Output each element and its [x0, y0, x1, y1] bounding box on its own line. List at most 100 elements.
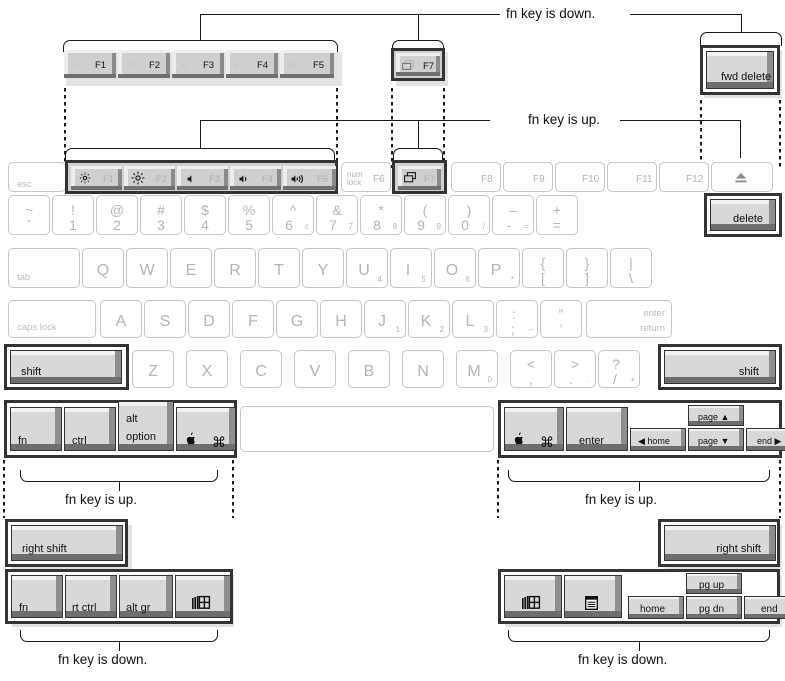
key-m[interactable]: M 0: [456, 350, 498, 388]
callout-key-fwd-delete[interactable]: fwd delete: [706, 51, 774, 89]
key-p[interactable]: P *: [478, 248, 520, 288]
key-bracket-right[interactable]: } ]: [566, 248, 608, 288]
key-space[interactable]: [240, 406, 494, 452]
key-minus[interactable]: – - =: [492, 195, 534, 235]
key-i[interactable]: I 5: [390, 248, 432, 288]
key-arrow-right[interactable]: end ▶: [746, 428, 785, 451]
key-f12[interactable]: F12: [659, 162, 709, 192]
callout-key-f3[interactable]: F3: [172, 50, 224, 78]
key-5[interactable]: % 5: [228, 195, 270, 235]
key-f3[interactable]: F3: [177, 166, 228, 190]
key-right-shift[interactable]: shift: [664, 350, 776, 384]
key-option[interactable]: alt option: [118, 401, 174, 451]
key-f8[interactable]: F8: [451, 162, 501, 192]
key-f11[interactable]: F11: [607, 162, 657, 192]
key-2[interactable]: @ 2: [96, 195, 138, 235]
key-s[interactable]: S: [144, 300, 186, 338]
key-enter-right[interactable]: enter: [566, 407, 628, 451]
callout-bl-key-altgr[interactable]: alt gr: [119, 575, 173, 618]
callout-key-f4[interactable]: F4: [226, 50, 278, 78]
key-w[interactable]: W: [126, 248, 168, 288]
key-bracket-left[interactable]: { [: [522, 248, 564, 288]
callout-bl-key-rtctrl[interactable]: rt ctrl: [65, 575, 117, 618]
key-f9[interactable]: F9: [503, 162, 553, 192]
key-x[interactable]: X: [186, 350, 228, 388]
key-command-right[interactable]: ⌘: [504, 407, 564, 451]
key-l[interactable]: L 3: [452, 300, 494, 338]
key-enter-return[interactable]: enter return: [586, 300, 672, 338]
key-4[interactable]: $ 4: [184, 195, 226, 235]
key-6[interactable]: ^ 6 c: [272, 195, 314, 235]
callout-br-right-shift[interactable]: right shift: [664, 525, 776, 561]
key-esc[interactable]: esc: [8, 162, 66, 192]
key-7[interactable]: & 7 7: [316, 195, 358, 235]
key-backtick[interactable]: ~ `: [8, 195, 50, 235]
callout-key-f5[interactable]: F5: [280, 50, 334, 78]
key-g[interactable]: G: [276, 300, 318, 338]
key-f6-num-lock[interactable]: num lock F6: [341, 162, 391, 192]
callout-br-key-home[interactable]: home: [628, 596, 684, 619]
key-a[interactable]: A: [100, 300, 142, 338]
key-9[interactable]: ( 9 9: [404, 195, 446, 235]
key-delete[interactable]: delete: [710, 199, 776, 231]
key-left-shift[interactable]: shift: [10, 350, 122, 384]
key-c[interactable]: C: [240, 350, 282, 388]
key-eject[interactable]: [711, 162, 773, 192]
key-caps-lock[interactable]: caps lock: [8, 300, 96, 338]
key-backslash[interactable]: | \: [610, 248, 652, 288]
callout-key-f2[interactable]: F2: [118, 50, 170, 78]
key-8[interactable]: * 8 8: [360, 195, 402, 235]
key-q[interactable]: Q: [82, 248, 124, 288]
key-f2[interactable]: F2: [124, 166, 175, 190]
key-n[interactable]: N: [402, 350, 444, 388]
key-slash[interactable]: ? / +: [598, 350, 640, 388]
key-z[interactable]: Z: [132, 350, 174, 388]
key-fn[interactable]: fn: [10, 407, 62, 451]
key-f[interactable]: F: [232, 300, 274, 338]
key-f12-label: F12: [686, 174, 704, 185]
key-t[interactable]: T: [258, 248, 300, 288]
key-k[interactable]: K 2: [408, 300, 450, 338]
key-b[interactable]: B: [348, 350, 390, 388]
key-arrow-down[interactable]: page ▼: [688, 428, 744, 451]
key-command-left[interactable]: ⌘: [176, 407, 236, 451]
key-f4[interactable]: F4: [230, 166, 281, 190]
key-0[interactable]: ) 0 /: [448, 195, 490, 235]
leader-top-mid-drop: [418, 14, 419, 40]
callout-br-key-pgup[interactable]: pg up: [686, 573, 742, 594]
key-h[interactable]: H: [320, 300, 362, 338]
key-j[interactable]: J 1: [364, 300, 406, 338]
key-y[interactable]: Y: [302, 248, 344, 288]
key-period[interactable]: > . .: [554, 350, 596, 388]
key-quote[interactable]: ” ’: [540, 300, 582, 338]
key-d[interactable]: D: [188, 300, 230, 338]
callout-br-key-end[interactable]: end: [744, 596, 785, 619]
key-r[interactable]: R: [214, 248, 256, 288]
key-f5[interactable]: F5: [283, 166, 336, 190]
key-o[interactable]: O 6: [434, 248, 476, 288]
key-arrow-left[interactable]: ◀ home: [630, 428, 686, 451]
key-comma[interactable]: < ,: [510, 350, 552, 388]
key-tab[interactable]: tab: [8, 248, 80, 288]
callout-br-key-windows[interactable]: [504, 575, 562, 618]
key-equal[interactable]: + =: [536, 195, 578, 235]
callout-bl-key-fn[interactable]: fn: [11, 575, 63, 618]
callout-br-key-menu[interactable]: [564, 575, 622, 618]
callout-br-key-pgdn[interactable]: pg dn: [686, 596, 742, 619]
key-1[interactable]: ! 1: [52, 195, 94, 235]
key-f10[interactable]: F10: [555, 162, 605, 192]
key-arrow-up[interactable]: page ▲: [688, 405, 744, 426]
key-v[interactable]: V: [294, 350, 336, 388]
callout-bl-right-shift[interactable]: right shift: [11, 525, 123, 561]
key-f7[interactable]: F7: [398, 166, 441, 190]
callout-key-f1[interactable]: F1: [64, 50, 116, 78]
key-d-label: D: [203, 313, 215, 330]
key-u[interactable]: U 4: [346, 248, 388, 288]
key-e[interactable]: E: [170, 248, 212, 288]
callout-bl-key-windows[interactable]: [175, 575, 231, 618]
key-f1[interactable]: F1: [71, 166, 122, 190]
key-3[interactable]: # 3: [140, 195, 182, 235]
key-semicolon[interactable]: : ; –: [496, 300, 538, 338]
key-ctrl[interactable]: ctrl: [64, 407, 116, 451]
callout-key-f7[interactable]: F7: [396, 53, 440, 76]
